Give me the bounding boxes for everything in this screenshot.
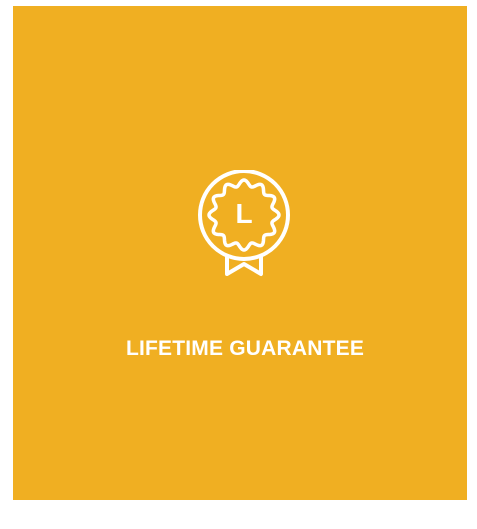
award-badge-icon: L	[194, 170, 294, 280]
feature-card: L LIFETIME GUARANTEE	[13, 6, 467, 500]
badge-letter: L	[235, 198, 253, 229]
feature-title: LIFETIME GUARANTEE	[125, 337, 365, 360]
